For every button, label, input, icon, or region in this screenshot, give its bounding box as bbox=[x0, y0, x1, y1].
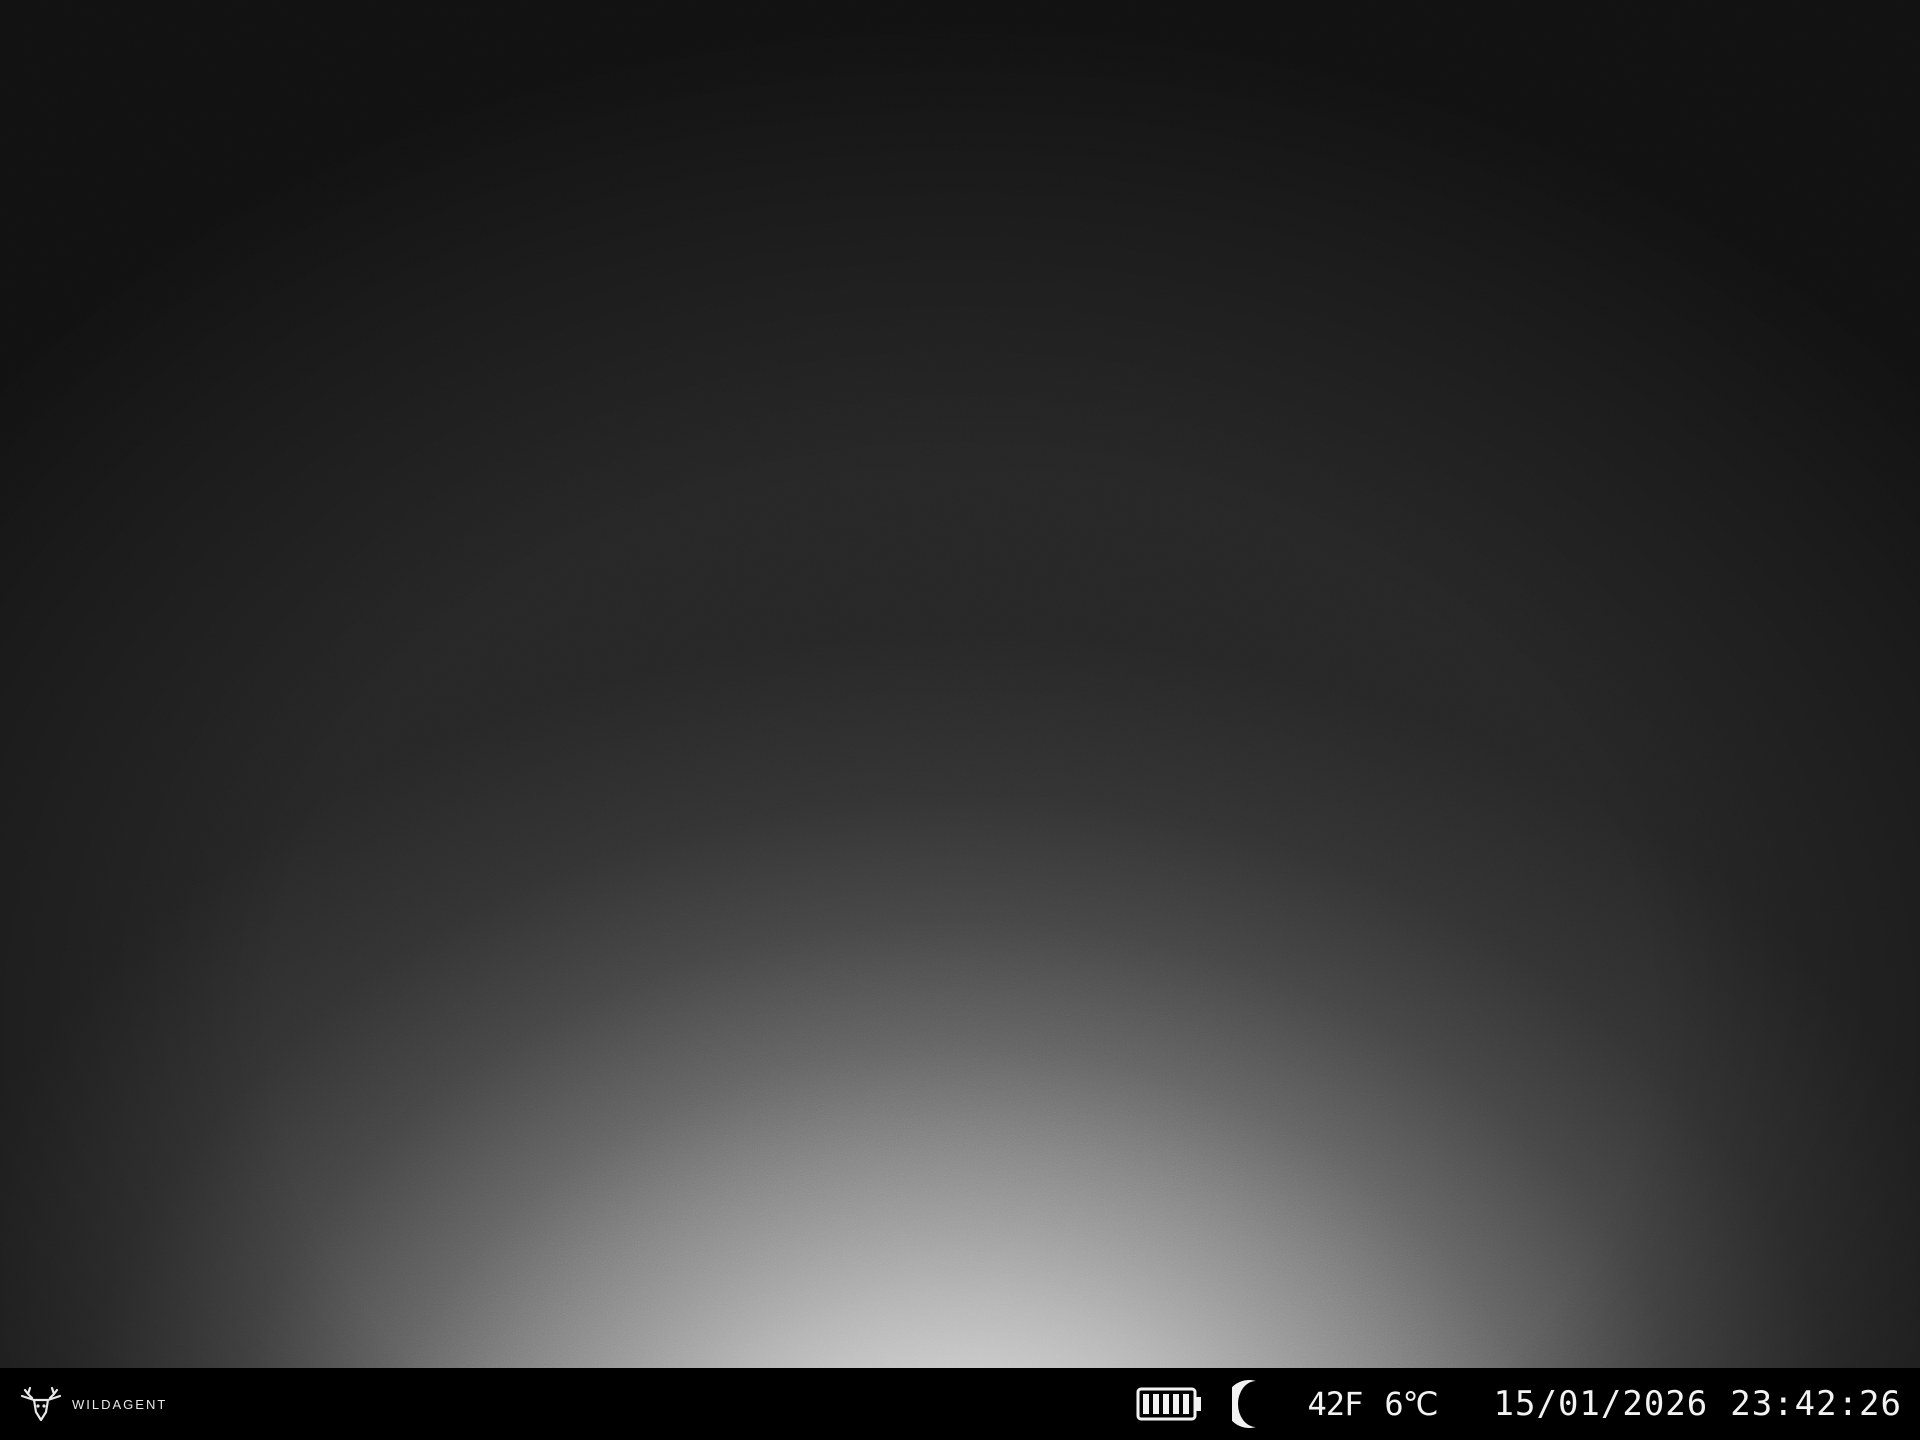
status-readout: 42F 6℃ 15/01/2026 23:42:26 bbox=[1136, 1368, 1902, 1440]
battery-segment bbox=[1172, 1394, 1179, 1414]
time-stamp: 23:42:26 bbox=[1730, 1384, 1902, 1424]
battery-segment bbox=[1142, 1394, 1149, 1414]
moon-icon bbox=[1231, 1380, 1256, 1428]
info-bar: WILDAGENT 42F 6℃ 15/01/2026 23:42:26 bbox=[0, 1368, 1920, 1440]
temperature-celsius: 6℃ bbox=[1384, 1385, 1438, 1423]
battery-segment bbox=[1162, 1394, 1169, 1414]
camera-image bbox=[0, 0, 1920, 1368]
brand-logo: WILDAGENT bbox=[16, 1382, 167, 1426]
battery-segment bbox=[1152, 1394, 1159, 1414]
battery-full-icon bbox=[1136, 1387, 1201, 1421]
battery-segment bbox=[1182, 1394, 1189, 1414]
deer-head-icon bbox=[16, 1382, 66, 1426]
date-stamp: 15/01/2026 bbox=[1493, 1384, 1709, 1424]
temperature-fahrenheit: 42F bbox=[1307, 1385, 1364, 1423]
brand-name: WILDAGENT bbox=[72, 1396, 168, 1412]
sensor-noise bbox=[0, 0, 1920, 1368]
